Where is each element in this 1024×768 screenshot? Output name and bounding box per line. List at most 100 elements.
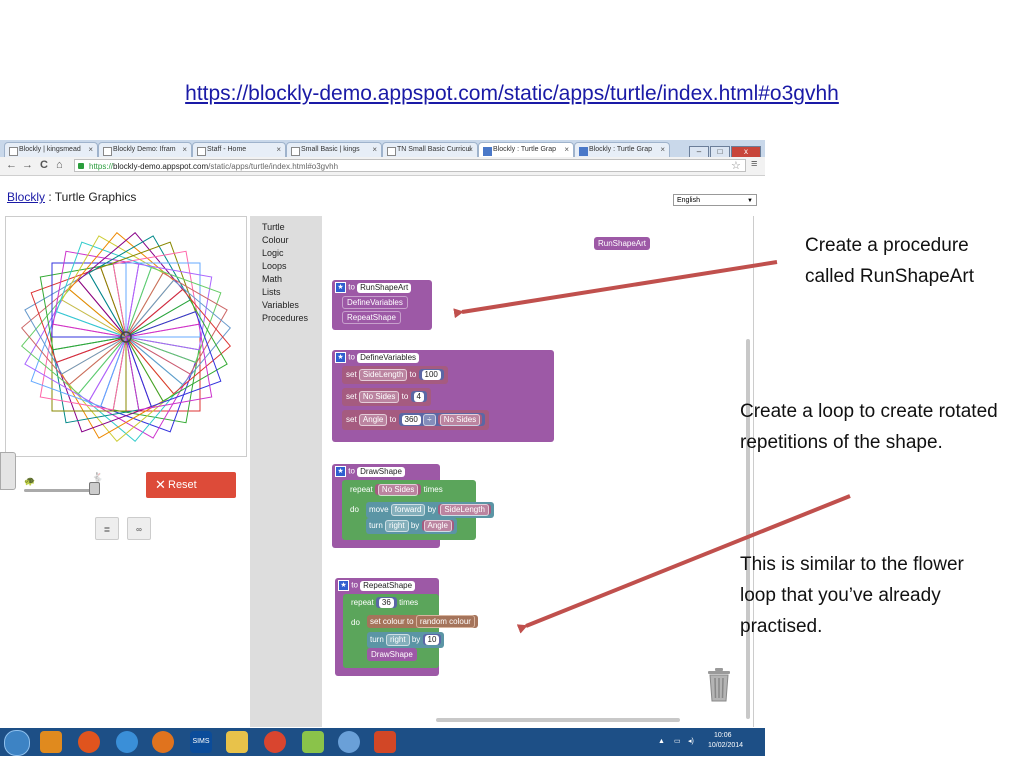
- clock-date: 10/02/2014: [708, 742, 744, 749]
- language-select[interactable]: English ▼: [673, 194, 757, 206]
- repeat-nosides-block[interactable]: repeat No Sides times do move forward by…: [342, 480, 494, 540]
- close-tab-icon[interactable]: ×: [564, 143, 569, 157]
- home-icon[interactable]: ⌂: [56, 159, 63, 171]
- browser-tab[interactable]: TN Small Basic Curricul ×: [382, 142, 478, 157]
- turtle-square: [100, 241, 197, 338]
- call-drawshape-block[interactable]: DrawShape: [367, 648, 417, 661]
- procedure-name-field[interactable]: RunShapeArt: [357, 282, 412, 293]
- toolbox-category[interactable]: Math: [262, 274, 282, 284]
- close-tab-icon[interactable]: ×: [182, 143, 187, 157]
- small-basic-icon[interactable]: [302, 731, 324, 753]
- network-icon[interactable]: ▭: [674, 737, 681, 745]
- close-tab-icon[interactable]: ×: [88, 143, 93, 157]
- folder-icon[interactable]: [226, 731, 248, 753]
- address-bar[interactable]: https://blockly-demo.appspot.com/static/…: [74, 159, 746, 172]
- procedure-runshapeart-block[interactable]: ★ to RunShapeArt DefineVariables RepeatS…: [332, 280, 432, 330]
- turtle-canvas: [5, 216, 247, 457]
- blockly-link[interactable]: Blockly: [7, 190, 45, 204]
- close-tab-icon[interactable]: ×: [372, 143, 377, 157]
- slide-title-url[interactable]: https://blockly-demo.appspot.com/static/…: [0, 82, 1024, 106]
- firefox-icon[interactable]: [78, 731, 100, 753]
- close-tab-icon[interactable]: ×: [660, 143, 665, 157]
- blockly-page: Blockly : Turtle Graphics English ▼ 🐢 🐇 ✕…: [0, 176, 765, 728]
- forward-icon[interactable]: →: [22, 159, 33, 171]
- browser-tab-active[interactable]: Blockly : Turtle Grap ×: [478, 142, 574, 157]
- toolbox-category[interactable]: Logic: [262, 248, 284, 258]
- turn-right-block[interactable]: turn right by 10: [367, 632, 445, 648]
- call-definevariables-block[interactable]: DefineVariables: [342, 296, 408, 309]
- back-icon[interactable]: ←: [6, 159, 17, 171]
- number-field[interactable]: 10: [424, 635, 440, 645]
- code-button[interactable]: ≣: [95, 517, 119, 540]
- move-forward-block[interactable]: move forward by SideLength: [366, 502, 494, 518]
- procedure-drawshape-block[interactable]: ★ to DrawShape repeat No Sides times do …: [332, 464, 494, 548]
- browser-tab[interactable]: Blockly | kingsmead ×: [4, 142, 98, 157]
- toolbox-category[interactable]: Variables: [262, 300, 299, 310]
- start-button[interactable]: [4, 730, 30, 756]
- number-field[interactable]: 36: [378, 598, 394, 608]
- turn-right-block[interactable]: turn right by Angle: [366, 518, 457, 534]
- sims-icon[interactable]: SIMS: [190, 731, 212, 753]
- callout-loop: Create a loop to create rotated repetiti…: [740, 401, 998, 453]
- browser-tab[interactable]: Blockly : Turtle Grap ×: [574, 142, 670, 157]
- windows-taskbar: SIMS ▲ ▭ ◂) 10:06 10/02/2014: [0, 728, 765, 756]
- toolbox-category[interactable]: Procedures: [262, 313, 308, 323]
- star-icon: ★: [335, 352, 346, 363]
- reset-button[interactable]: ✕ Reset: [146, 472, 236, 498]
- procedure-name-field[interactable]: DrawShape: [357, 466, 405, 477]
- toolbox-category[interactable]: Lists: [262, 287, 281, 297]
- close-tab-icon[interactable]: ×: [276, 143, 281, 157]
- volume-icon[interactable]: ◂): [688, 737, 694, 745]
- lock-icon: [78, 163, 84, 169]
- reload-icon[interactable]: C: [40, 159, 48, 171]
- toolbox-category[interactable]: Loops: [262, 261, 287, 271]
- turtle-slow-icon: 🐢: [24, 476, 36, 486]
- random-colour-block[interactable]: random colour: [415, 615, 475, 628]
- app-icon[interactable]: [338, 731, 360, 753]
- horizontal-scrollbar[interactable]: [436, 718, 680, 722]
- close-icon: ✕: [155, 477, 166, 492]
- system-tray: ▲ ▭ ◂) 10:06 10/02/2014: [650, 731, 765, 753]
- repeat-36-block[interactable]: repeat 36 times do set colour to random …: [343, 594, 478, 668]
- trash-icon[interactable]: [706, 668, 732, 702]
- procedure-definevariables-block[interactable]: ★ to DefineVariables set SideLength to 1…: [332, 350, 554, 442]
- number-field[interactable]: 100: [421, 370, 441, 380]
- star-icon[interactable]: ☆: [731, 159, 741, 172]
- chevron-up-icon[interactable]: ▲: [658, 738, 665, 745]
- blockly-icon: [579, 147, 588, 156]
- firefox-icon[interactable]: [152, 731, 174, 753]
- link-button[interactable]: ∞: [127, 517, 151, 540]
- number-field[interactable]: 360: [401, 415, 421, 425]
- close-tab-icon[interactable]: ×: [468, 143, 473, 157]
- media-player-icon[interactable]: [40, 731, 62, 753]
- speed-slider[interactable]: [24, 489, 98, 492]
- star-icon: ★: [335, 466, 346, 477]
- operator-dropdown[interactable]: ÷: [423, 414, 436, 426]
- set-angle-block[interactable]: set Angle to 360 ÷ No Sides: [342, 410, 490, 430]
- browser-window: Blockly | kingsmead × Blockly Demo: Ifram…: [0, 140, 765, 728]
- speed-slider-knob[interactable]: [89, 482, 101, 495]
- chrome-icon[interactable]: [264, 731, 286, 753]
- browser-tab[interactable]: Staff - Home ×: [192, 142, 286, 157]
- procedure-name-field[interactable]: RepeatShape: [360, 580, 416, 591]
- set-nosides-block[interactable]: set No Sides to 4: [342, 388, 431, 406]
- toolbox-category[interactable]: Colour: [262, 235, 289, 245]
- blockly-workspace[interactable]: RunShapeArt ★ to RunShapeArt DefineVaria…: [322, 216, 754, 727]
- chevron-down-icon: ▼: [747, 198, 753, 204]
- internet-explorer-icon[interactable]: [116, 731, 138, 753]
- set-sidelength-block[interactable]: set SideLength to 100: [342, 366, 448, 384]
- number-field[interactable]: 4: [413, 392, 424, 402]
- toolbox-category[interactable]: Turtle: [262, 222, 285, 232]
- procedure-name-field[interactable]: DefineVariables: [357, 352, 420, 363]
- browser-tab[interactable]: Small Basic | kings ×: [286, 142, 382, 157]
- set-colour-block[interactable]: set colour to random colour: [367, 615, 478, 628]
- procedure-repeatshape-block[interactable]: ★ to RepeatShape repeat 36 times do set …: [335, 578, 478, 676]
- powerpoint-icon[interactable]: [374, 731, 396, 753]
- star-icon: ★: [338, 580, 349, 591]
- call-repeatshape-block[interactable]: RepeatShape: [342, 311, 401, 324]
- call-runshapeart-block[interactable]: RunShapeArt: [594, 237, 651, 250]
- browser-tab[interactable]: Blockly Demo: Ifram ×: [98, 142, 192, 157]
- resize-handle[interactable]: [0, 452, 16, 490]
- menu-icon[interactable]: ≡: [751, 158, 757, 170]
- turtle-drawing: [20, 231, 232, 443]
